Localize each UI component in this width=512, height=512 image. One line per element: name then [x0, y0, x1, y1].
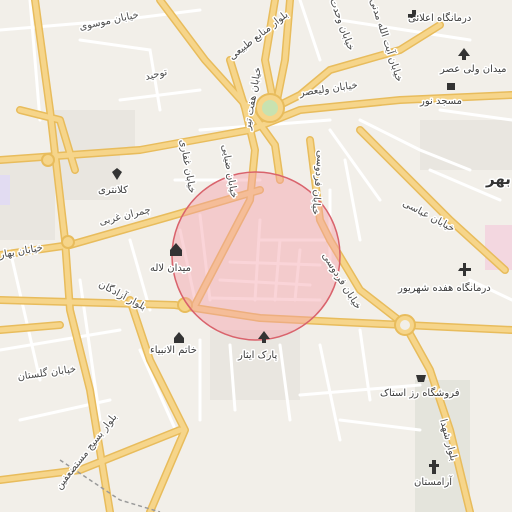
poi-label-park: پارک ایثار [237, 350, 277, 361]
poi-label-city: بهر [485, 170, 511, 188]
poi-label-cemetery: آرامستان [414, 475, 453, 488]
poi-label-laleh: میدان لاله [150, 263, 191, 274]
mosque-icon [447, 83, 455, 90]
poi-label-square-valiasr: میدان ولی عصر [439, 64, 506, 75]
violet-area [0, 175, 10, 205]
map-canvas[interactable]: خیابان موسوی بلوار منابع طبیعی توحید خیا… [0, 0, 512, 512]
poi-label-mosque: مسجد نور [419, 96, 462, 107]
map-view[interactable]: خیابان موسوی بلوار منابع طبیعی توحید خیا… [0, 0, 512, 512]
poi-label-shop: فروشگاه رز استاک [380, 387, 460, 399]
poi-label-clinic: درمانگاه هفده شهریور [397, 282, 491, 294]
poi-label-khatam: خاتم الانبیاء [150, 345, 197, 356]
poi-label-clinic-top: درمانگاه اعلائی [408, 12, 471, 24]
poi-label-police: کلانتری [98, 185, 128, 196]
